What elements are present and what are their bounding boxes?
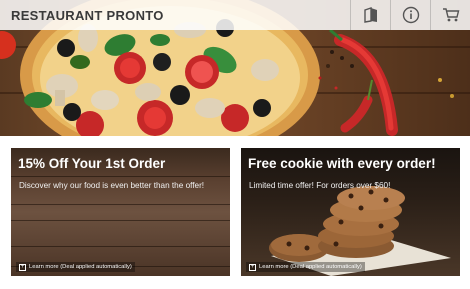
info-icon	[402, 6, 419, 24]
hero-image: RESTAURANT PRONTO	[0, 0, 470, 136]
learn-more-label: Learn more (Deal applied automatically)	[29, 264, 132, 270]
brand-title: RESTAURANT PRONTO	[11, 7, 164, 23]
cart-icon	[442, 8, 459, 22]
page: RESTAURANT PRONTO 15% Off Your 1st Order…	[0, 0, 470, 289]
promo-card-first-order[interactable]: 15% Off Your 1st Order Discover why our …	[11, 148, 230, 276]
promo-title: 15% Off Your 1st Order	[18, 156, 166, 171]
promo-card-free-cookie[interactable]: Free cookie with every order! Limited ti…	[241, 148, 460, 276]
cart-button[interactable]	[430, 0, 470, 30]
promo-subtitle: Discover why our food is even better tha…	[19, 181, 205, 190]
promo-title: Free cookie with every order!	[248, 156, 436, 171]
menu-book-icon	[363, 7, 377, 23]
plus-icon: +	[19, 263, 26, 271]
menu-button[interactable]	[350, 0, 390, 30]
top-bar: RESTAURANT PRONTO	[0, 0, 470, 30]
learn-more-label: Learn more (Deal applied automatically)	[259, 264, 362, 270]
promo-subtitle: Limited time offer! For orders over $60!	[249, 181, 391, 190]
plus-icon: +	[249, 263, 256, 271]
info-button[interactable]	[390, 0, 430, 30]
learn-more-link[interactable]: + Learn more (Deal applied automatically…	[246, 262, 365, 272]
learn-more-link[interactable]: + Learn more (Deal applied automatically…	[16, 262, 135, 272]
